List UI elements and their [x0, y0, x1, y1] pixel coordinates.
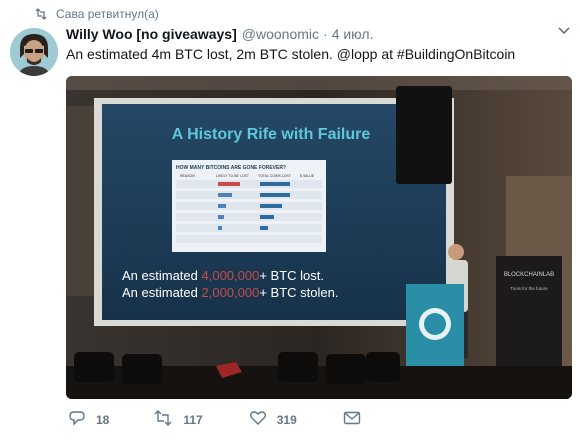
banner-text: BLOCKCHAINLAB	[504, 272, 554, 278]
mention-link[interactable]: @lopp	[337, 46, 378, 62]
hashtag-link[interactable]: #BuildingOnBitcoin	[397, 46, 515, 62]
retweet-button[interactable]: 117	[153, 410, 203, 429]
avatar[interactable]	[10, 28, 58, 76]
slide-line-lost: An estimated 4,000,000+ BTC lost.	[122, 268, 324, 283]
tweet-text: An estimated 4m BTC lost, 2m BTC stolen.…	[66, 46, 515, 62]
like-count: 319	[276, 412, 297, 427]
table-header-likely: LIKELY TO BE LOST	[216, 174, 250, 178]
tweet-timestamp[interactable]: 4 июл.	[332, 26, 374, 42]
slide-line-stolen: An estimated 2,000,000+ BTC stolen.	[122, 285, 338, 300]
like-button[interactable]: 319	[249, 410, 297, 429]
speaker-box	[396, 86, 452, 184]
tweet-photo[interactable]: A History Rife with Failure HOW MANY BIT…	[66, 76, 572, 399]
message-icon	[343, 411, 361, 428]
chevron-down-icon[interactable]	[558, 22, 570, 38]
slide-title: A History Rife with Failure	[172, 126, 371, 143]
separator-dot: ·	[323, 26, 328, 42]
user-handle[interactable]: @woonomic	[242, 26, 319, 42]
table-header-reason: REASON	[180, 174, 195, 178]
table-title: HOW MANY BITCOINS ARE GONE FOREVER?	[176, 165, 286, 171]
tweet-text-body: An estimated 4m BTC lost, 2m BTC stolen.	[66, 46, 333, 62]
retweet-icon	[153, 410, 173, 429]
reply-button[interactable]: 18	[68, 410, 109, 429]
reply-count: 18	[96, 412, 110, 427]
retweet-icon	[34, 8, 56, 20]
tweet-actions: 18 117 319	[66, 410, 361, 429]
slide-table: HOW MANY BITCOINS ARE GONE FOREVER? REAS…	[172, 160, 326, 252]
retweet-context[interactable]: Сава ретвитнул(а)	[34, 6, 159, 22]
retweet-context-label: Сава ретвитнул(а)	[56, 7, 159, 21]
direct-message-button[interactable]	[343, 411, 361, 428]
table-header-value: $ VALUE	[300, 174, 315, 178]
tweet-header: Willy Woo [no giveaways] @woonomic · 4 и…	[66, 26, 373, 42]
tweet-text-at: at	[381, 46, 394, 62]
display-name[interactable]: Willy Woo [no giveaways]	[66, 26, 237, 42]
banner-subtext: Tools for the future	[510, 286, 548, 291]
reply-icon	[68, 410, 86, 429]
heart-icon	[249, 410, 267, 429]
retweet-count: 117	[183, 412, 203, 427]
table-header-total: TOTAL COINS LOST	[258, 174, 292, 178]
